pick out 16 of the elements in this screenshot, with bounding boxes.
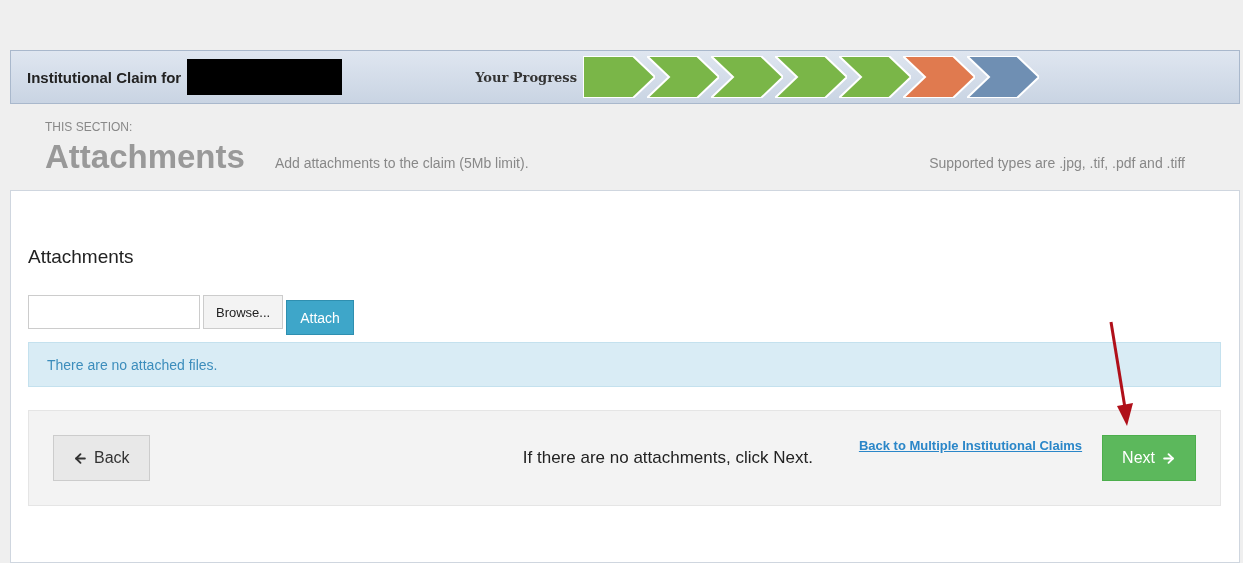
next-button[interactable]: Next — [1102, 435, 1196, 481]
progress-label: Your Progress — [475, 69, 577, 85]
back-button[interactable]: Back — [53, 435, 150, 481]
browse-button[interactable]: Browse... — [203, 295, 284, 329]
section-title: Attachments — [45, 138, 245, 176]
next-hint: If there are no attachments, click Next. — [522, 448, 813, 468]
supported-types-note: Supported types are .jpg, .tif, .pdf and .tiff — [929, 155, 1185, 171]
back-to-claims-link[interactable]: Back to Multiple Institutional Claims — [858, 438, 1083, 453]
panel-heading: Attachments — [28, 246, 135, 268]
file-path-field[interactable] — [28, 295, 200, 329]
section-description: Add attachments to the claim (5Mb limit). — [274, 155, 530, 171]
info-message: There are no attached files. — [28, 342, 1221, 387]
arrow-right-icon — [1161, 450, 1176, 466]
attach-button[interactable]: Attach — [286, 300, 354, 335]
claim-title: Institutional Claim for — [27, 68, 182, 86]
section-eyebrow: THIS SECTION: — [45, 120, 134, 134]
